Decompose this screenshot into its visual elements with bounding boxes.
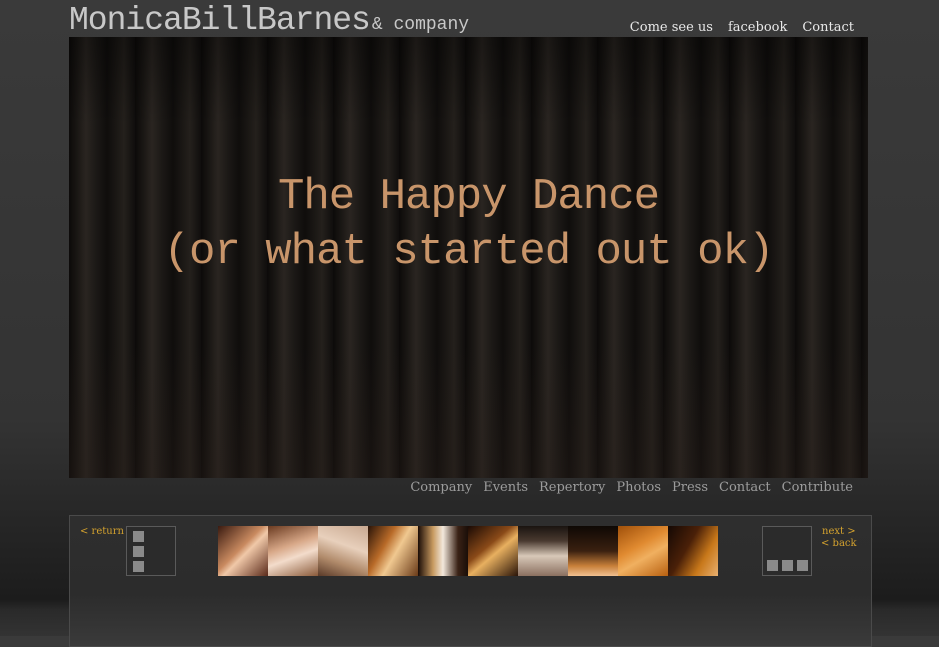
thumb-10[interactable] [668,526,718,576]
thumb-3[interactable] [318,526,368,576]
square-icon [133,531,144,542]
thumb-6[interactable] [468,526,518,576]
brand-logo[interactable]: MonicaBillBarnes & company [69,2,469,39]
thumb-1[interactable] [218,526,268,576]
next-link[interactable]: next > [822,526,856,537]
layout-vertical-button[interactable] [126,526,176,576]
hero-stage-curtain: The Happy Dance (or what started out ok) [69,37,868,478]
nav-company[interactable]: Company [410,480,472,495]
thumb-2[interactable] [268,526,318,576]
thumb-5[interactable] [418,526,468,576]
nav-events[interactable]: Events [483,480,528,495]
thumbnail-strip [218,526,718,576]
nav-contact-secondary[interactable]: Contact [719,480,771,495]
thumb-4[interactable] [368,526,418,576]
nav-press[interactable]: Press [672,480,708,495]
nav-facebook[interactable]: facebook [728,20,787,35]
nav-photos[interactable]: Photos [616,480,661,495]
layout-horizontal-button[interactable] [762,526,812,576]
hero-title-line-2: (or what started out ok) [163,227,775,277]
square-icon [133,546,144,557]
square-icon [133,561,144,572]
return-link[interactable]: < return [80,526,124,537]
square-icon [767,560,778,571]
brand-name: MonicaBillBarnes [69,2,371,39]
nav-contribute[interactable]: Contribute [782,480,853,495]
thumb-9[interactable] [618,526,668,576]
hero-title: The Happy Dance (or what started out ok) [69,170,868,280]
nav-repertory[interactable]: Repertory [539,480,605,495]
nav-contact[interactable]: Contact [802,20,854,35]
thumb-7[interactable] [518,526,568,576]
hero-title-line-1: The Happy Dance [277,172,660,222]
nav-come-see-us[interactable]: Come see us [630,20,713,35]
square-icon [797,560,808,571]
square-icon [782,560,793,571]
section-nav: Company Events Repertory Photos Press Co… [410,480,853,495]
thumb-8[interactable] [568,526,618,576]
brand-suffix: & company [371,15,470,35]
gallery-panel: < return next > < back [69,515,872,647]
back-link[interactable]: < back [821,538,857,549]
top-nav: Come see us facebook Contact [630,20,854,35]
